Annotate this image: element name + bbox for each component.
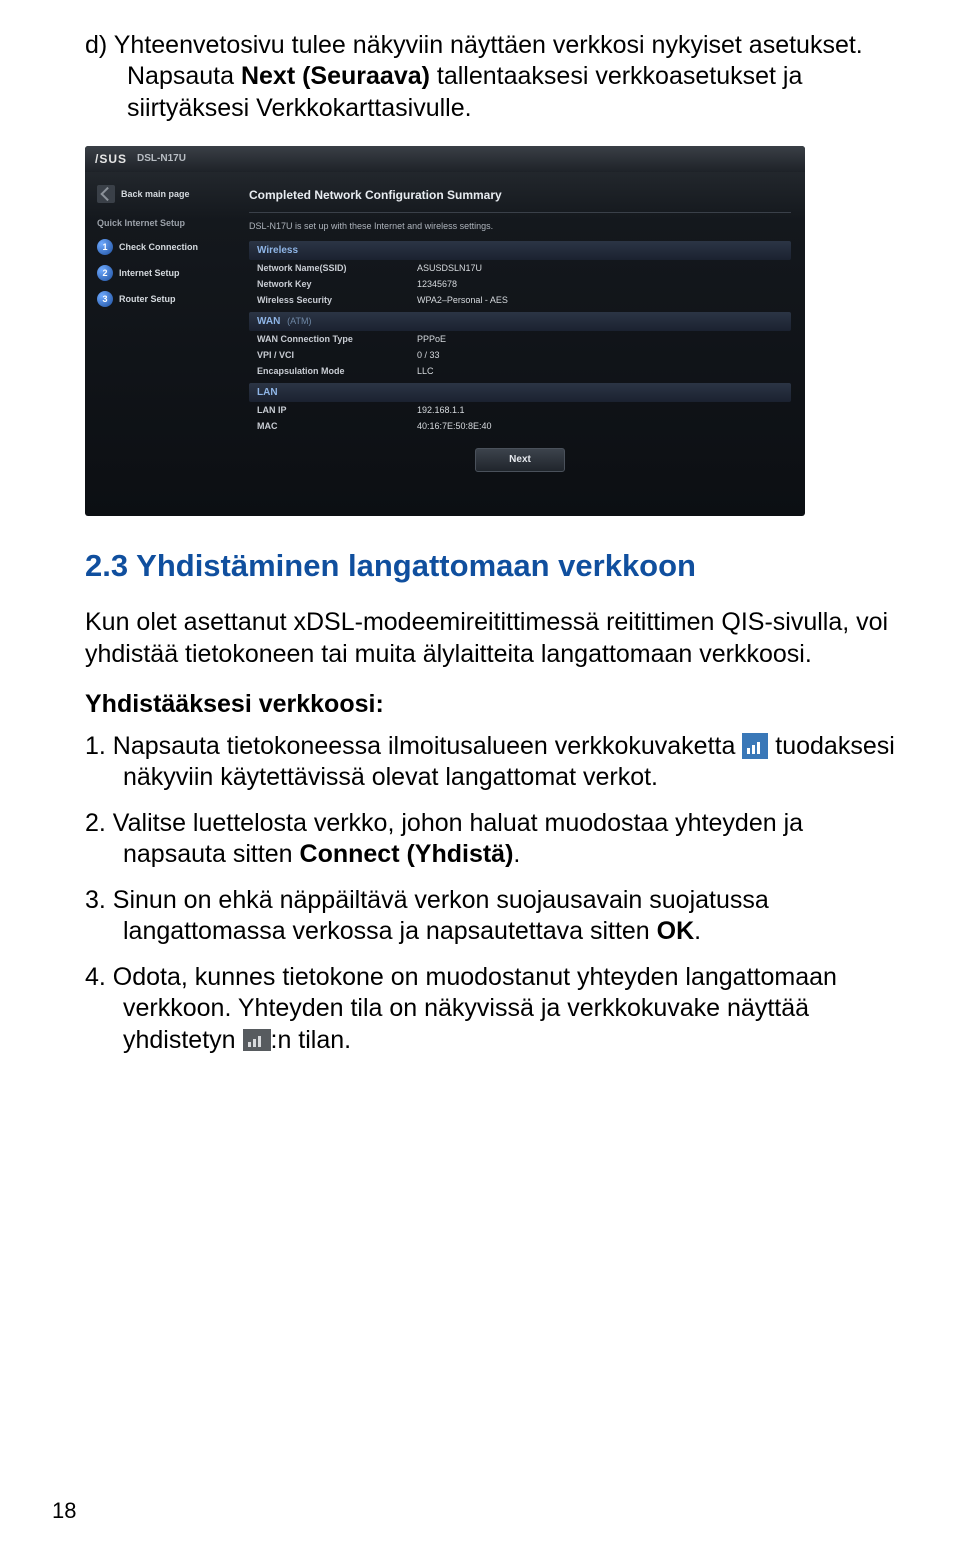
step-4-a: 4. Odota, kunnes tietokone on muodostanu… [85, 963, 837, 1054]
section-header-label: Wireless [257, 245, 298, 256]
sidebar-step-label: Internet Setup [119, 268, 180, 278]
next-button[interactable]: Next [475, 448, 565, 472]
kv-val: PPPoE [417, 334, 446, 344]
section-heading: 2.3 Yhdistäminen langattomaan verkkoon [85, 548, 900, 584]
step-1: 1. Napsauta tietokoneessa ilmoitusalueen… [85, 731, 900, 794]
router-screenshot: /SUS DSL-N17U Back main page Quick Inter… [85, 146, 805, 516]
sub-heading: Yhdistääksesi verkkoosi: [85, 690, 900, 719]
section-lan: LAN [249, 383, 791, 402]
brand-logo: /SUS [95, 152, 127, 166]
step-4-b: :n tilan. [271, 1026, 352, 1054]
wifi-connected-icon [243, 1029, 271, 1051]
kv-val: 12345678 [417, 279, 457, 289]
kv-val: 192.168.1.1 [417, 405, 465, 415]
step-3: 3. Sinun on ehkä näppäiltävä verkon suoj… [85, 885, 900, 948]
model-label: DSL-N17U [137, 153, 186, 164]
next-button-label: Next [509, 454, 531, 465]
kv-key: LAN IP [257, 405, 417, 415]
kv-val: WPA2–Personal - AES [417, 295, 508, 305]
kv-row: VPI / VCI0 / 33 [249, 347, 791, 363]
back-icon [97, 185, 115, 203]
kv-key: Network Name(SSID) [257, 263, 417, 273]
sidebar-heading: Quick Internet Setup [91, 212, 229, 234]
kv-row: WAN Connection TypePPPoE [249, 331, 791, 347]
sidebar-step-3[interactable]: 3 Router Setup [91, 286, 229, 312]
step-badge-1: 1 [97, 239, 113, 255]
intro-bold: Next (Seuraava) [241, 62, 430, 90]
step-badge-3: 3 [97, 291, 113, 307]
section-header-label: LAN [257, 387, 278, 398]
section-wireless: Wireless [249, 241, 791, 260]
step-badge-2: 2 [97, 265, 113, 281]
router-topbar: /SUS DSL-N17U [85, 146, 805, 172]
kv-key: Encapsulation Mode [257, 366, 417, 376]
step-4: 4. Odota, kunnes tietokone on muodostanu… [85, 962, 900, 1057]
kv-row: LAN IP192.168.1.1 [249, 402, 791, 418]
step-3-b: . [694, 917, 701, 945]
kv-key: Network Key [257, 279, 417, 289]
kv-row: MAC40:16:7E:50:8E:40 [249, 418, 791, 434]
panel-divider [249, 212, 791, 213]
section-wan: WAN (ATM) [249, 312, 791, 331]
router-sidebar: Back main page Quick Internet Setup 1 Ch… [85, 172, 235, 516]
router-main-panel: Completed Network Configuration Summary … [235, 172, 805, 516]
kv-key: MAC [257, 421, 417, 431]
kv-val: 0 / 33 [417, 350, 440, 360]
kv-row: Network Name(SSID)ASUSDSLN17U [249, 260, 791, 276]
section-header-label: WAN [257, 316, 280, 327]
kv-row: Wireless SecurityWPA2–Personal - AES [249, 292, 791, 308]
intro-prefix: d) [85, 31, 114, 59]
page-number: 18 [52, 1498, 76, 1524]
kv-val: ASUSDSLN17U [417, 263, 482, 273]
sidebar-step-2[interactable]: 2 Internet Setup [91, 260, 229, 286]
panel-title: Completed Network Configuration Summary [249, 182, 791, 208]
panel-subtitle: DSL-N17U is set up with these Internet a… [249, 221, 791, 231]
kv-key: Wireless Security [257, 295, 417, 305]
step-2-b: . [513, 840, 520, 868]
sidebar-step-label: Router Setup [119, 294, 176, 304]
wifi-tray-icon [742, 733, 768, 759]
kv-val: 40:16:7E:50:8E:40 [417, 421, 492, 431]
kv-row: Network Key12345678 [249, 276, 791, 292]
step-2-bold: Connect (Yhdistä) [300, 840, 514, 868]
body-paragraph: Kun olet asettanut xDSL-modeemireitittim… [85, 606, 900, 670]
kv-row: Encapsulation ModeLLC [249, 363, 791, 379]
sidebar-step-1[interactable]: 1 Check Connection [91, 234, 229, 260]
section-header-sub: (ATM) [287, 316, 311, 326]
sidebar-back[interactable]: Back main page [91, 180, 229, 208]
step-3-bold: OK [657, 917, 695, 945]
intro-paragraph: d) Yhteenvetosivu tulee näkyviin näyttäe… [85, 30, 900, 124]
kv-key: VPI / VCI [257, 350, 417, 360]
kv-val: LLC [417, 366, 434, 376]
sidebar-step-label: Check Connection [119, 242, 198, 252]
kv-key: WAN Connection Type [257, 334, 417, 344]
step-2: 2. Valitse luettelosta verkko, johon hal… [85, 808, 900, 871]
step-1-a: 1. Napsauta tietokoneessa ilmoitusalueen… [85, 732, 742, 760]
sidebar-back-label: Back main page [121, 189, 190, 199]
